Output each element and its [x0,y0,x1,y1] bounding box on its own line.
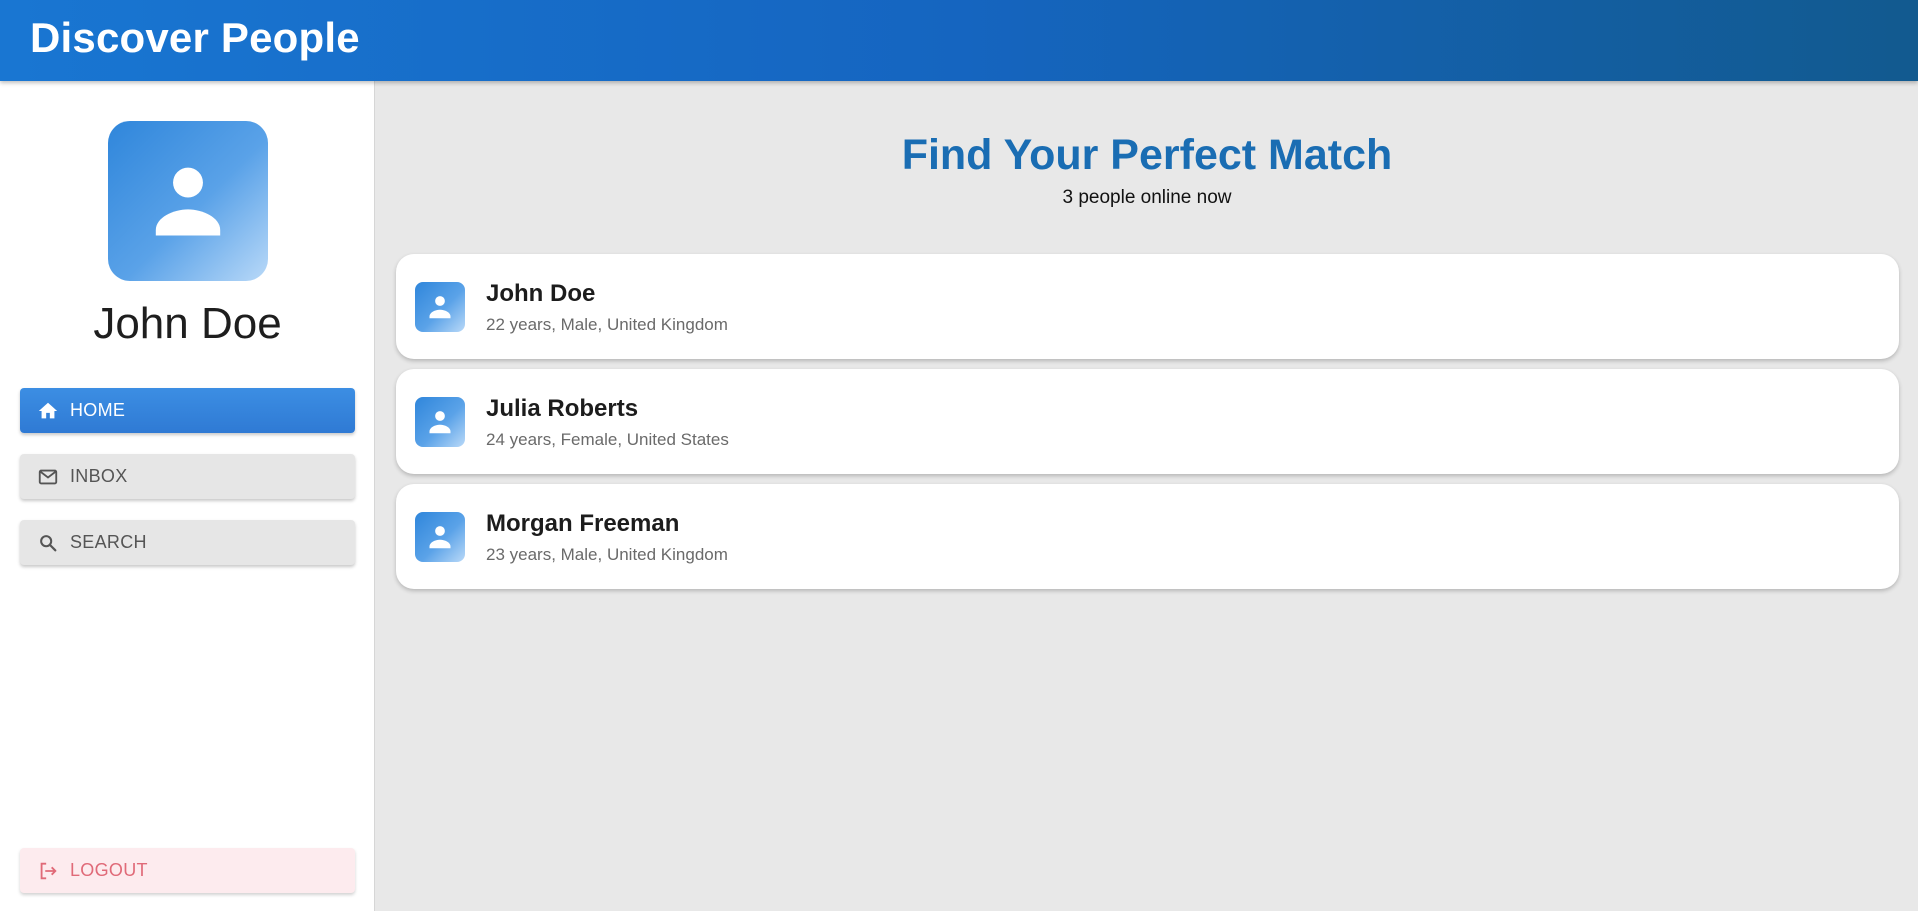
logout-icon [36,859,60,883]
nav-home-label: HOME [70,400,126,420]
person-icon [429,526,451,549]
person-name: John Doe [486,280,596,307]
person-name: Morgan Freeman [486,510,680,537]
logout-button[interactable]: LOGOUT [20,848,355,893]
app-bar: Discover People [0,0,1918,81]
profile-name: John Doe [93,299,282,348]
person-avatar [415,512,465,562]
main-content: Find Your Perfect Match 3 people online … [376,81,1918,911]
person-avatar [415,282,465,332]
person-card[interactable]: Julia Roberts 24 years, Female, United S… [396,369,1899,474]
nav-search-label: SEARCH [70,532,147,552]
person-details: 22 years, Male, United Kingdom [486,315,728,334]
person-details: 24 years, Female, United States [486,430,729,449]
mail-icon [36,465,60,489]
nav-home-button[interactable]: HOME [20,388,355,433]
person-icon [429,296,451,319]
app-title: Discover People [30,14,360,61]
profile-avatar [108,121,268,281]
person-card[interactable]: John Doe 22 years, Male, United Kingdom [396,254,1899,359]
search-icon [36,531,60,555]
sidebar: John Doe HOME INBOX SEARCH LOGOUT [0,81,375,911]
person-avatar [415,397,465,447]
page-title: Find Your Perfect Match [901,131,1393,179]
nav-inbox-button[interactable]: INBOX [20,454,355,499]
logout-label: LOGOUT [70,860,148,880]
person-card[interactable]: Morgan Freeman 23 years, Male, United Ki… [396,484,1899,589]
online-count: 3 people online now [1062,187,1232,208]
nav-inbox-label: INBOX [70,466,128,486]
home-icon [36,399,60,423]
person-name: Julia Roberts [486,395,639,422]
person-icon [429,411,451,434]
person-icon [155,167,221,236]
person-details: 23 years, Male, United Kingdom [486,545,728,564]
nav-search-button[interactable]: SEARCH [20,520,355,565]
